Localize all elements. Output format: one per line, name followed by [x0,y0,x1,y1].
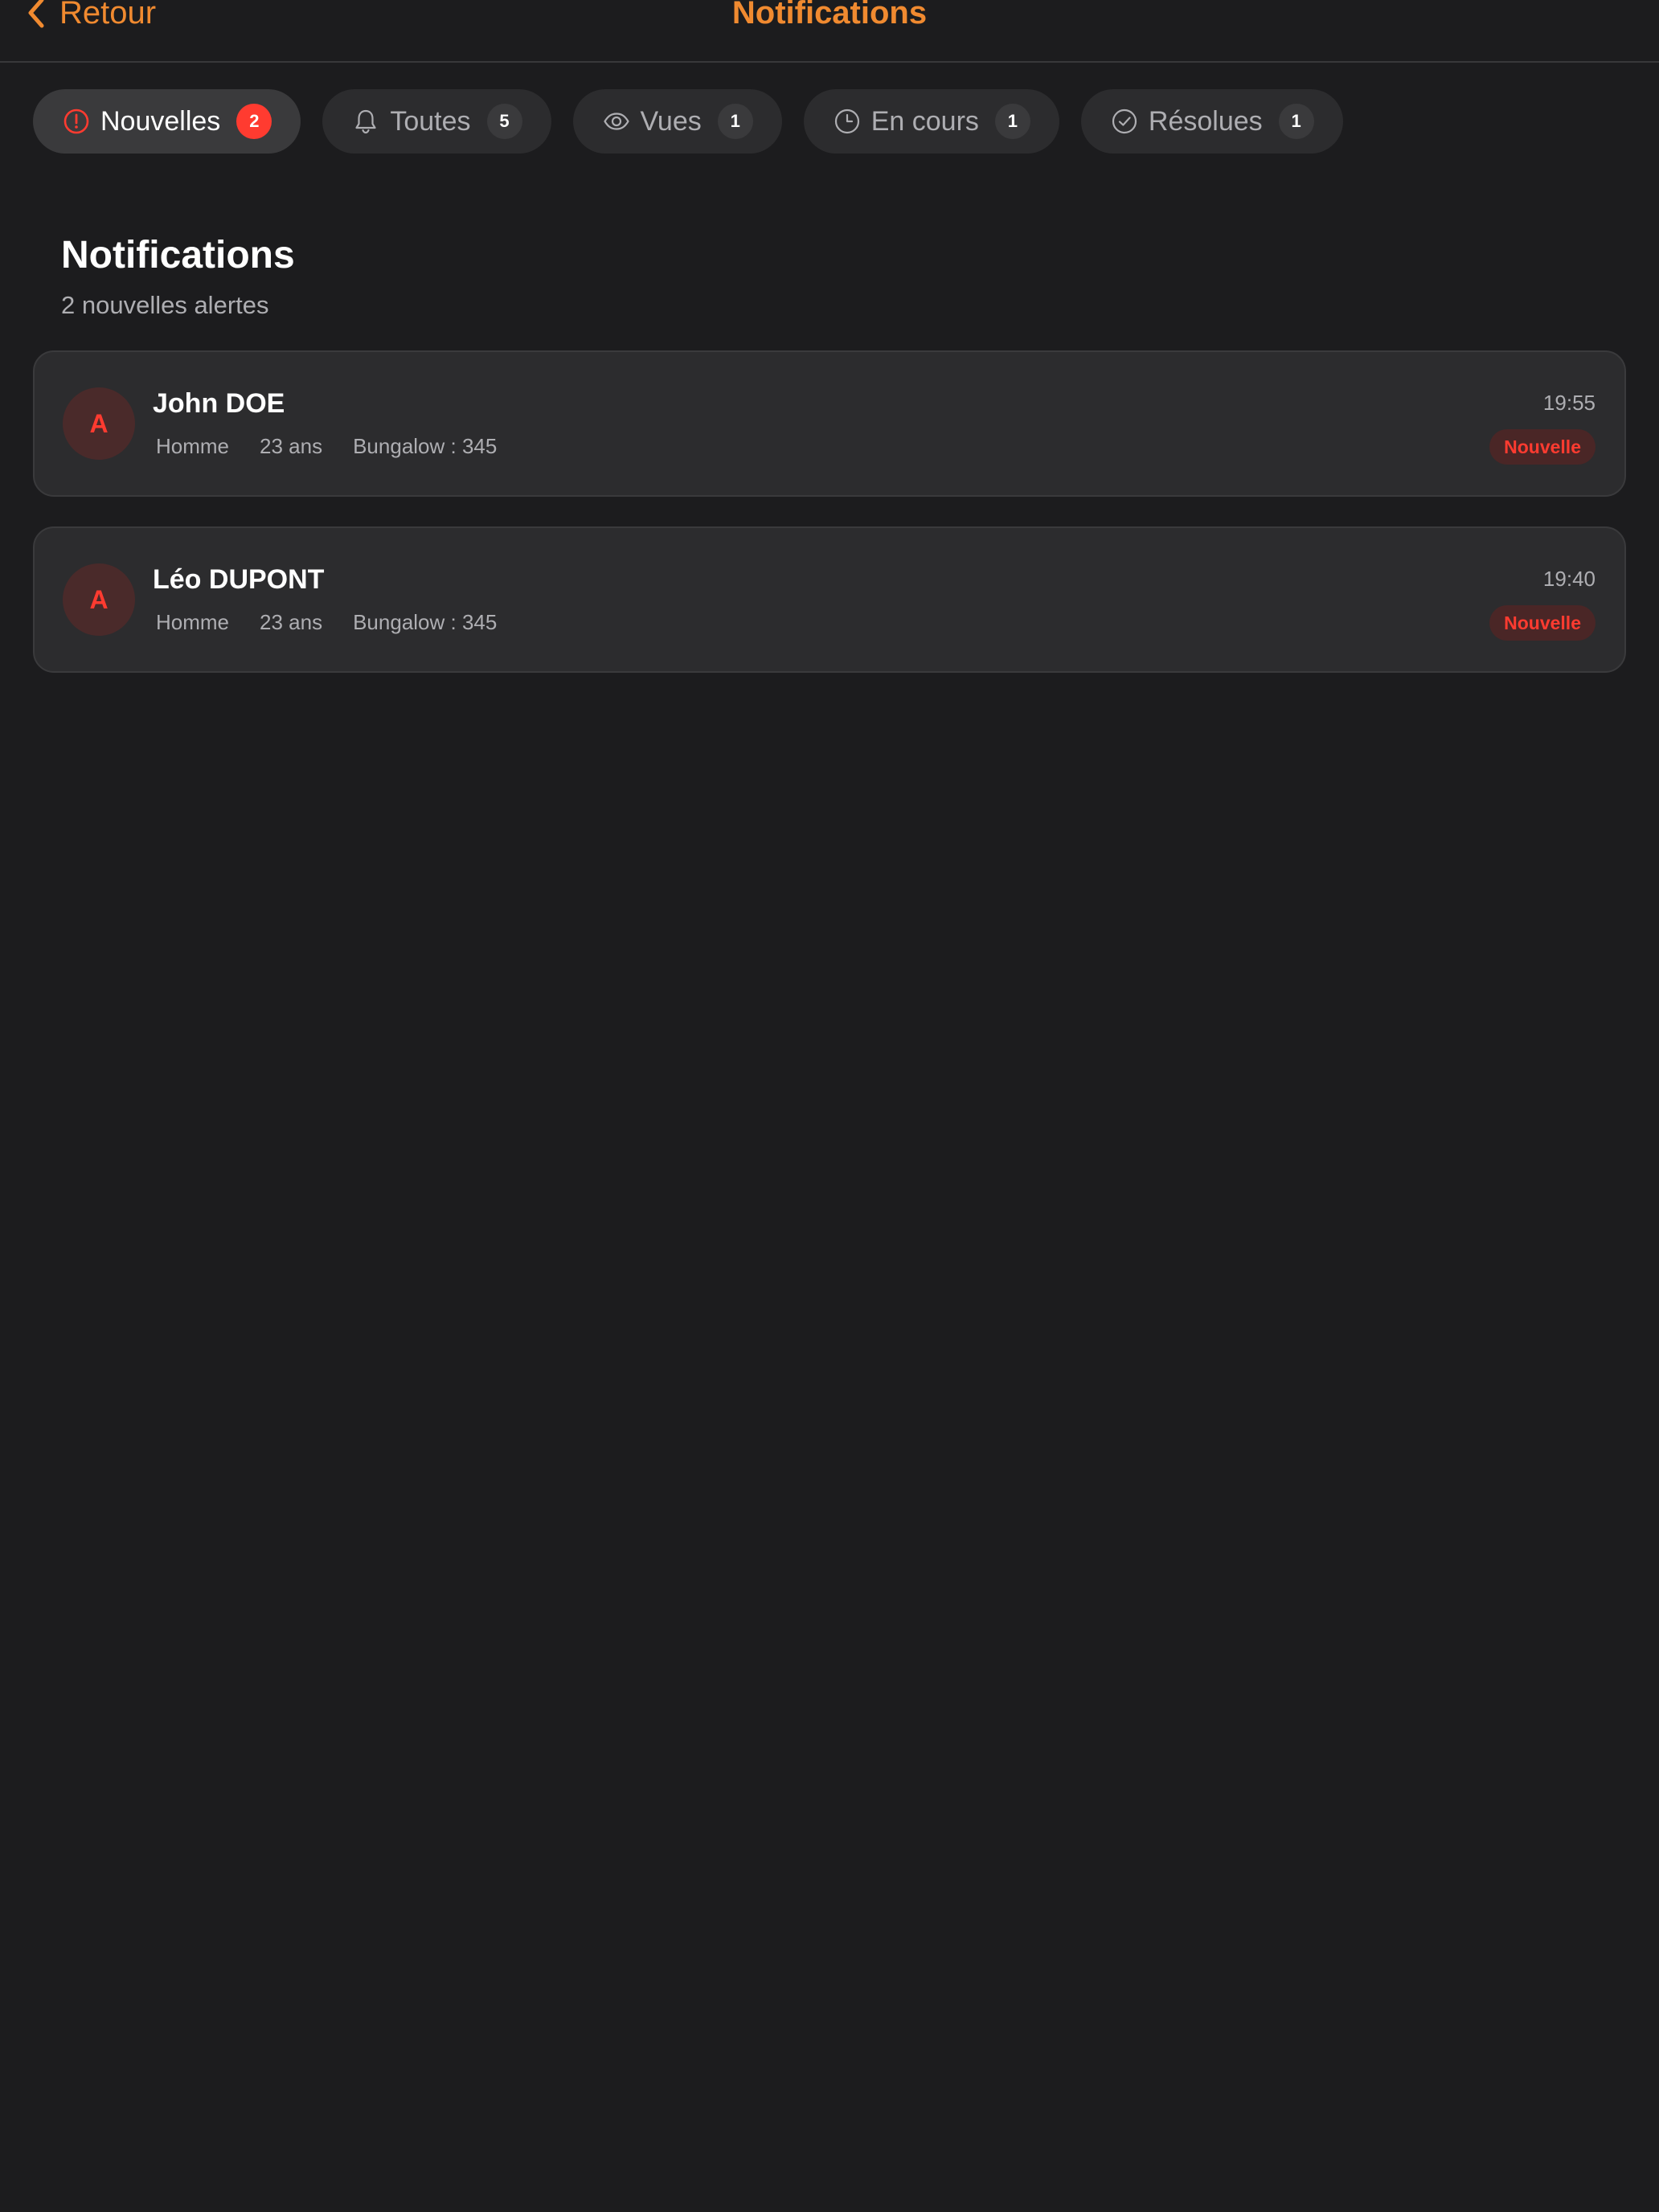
alert-card[interactable]: A John DOE Homme 23 ans Bungalow : 345 1… [33,350,1626,497]
alert-bungalow: Bungalow : 345 [353,610,498,634]
alert-gender: Homme [156,434,230,458]
check-circle-icon [1110,107,1139,136]
tab-en-cours[interactable]: En cours 1 [803,89,1059,154]
eye-icon [602,107,631,136]
tab-count-badge: 5 [486,104,522,139]
tab-label: Toutes [390,105,471,137]
alert-circle-icon [62,107,91,136]
tab-vues[interactable]: Vues 1 [572,89,782,154]
page-title: Notifications [731,0,928,31]
tab-label: Vues [640,105,702,137]
alert-card[interactable]: A Léo DUPONT Homme 23 ans Bungalow : 345… [33,526,1626,673]
tab-count-badge: 1 [994,104,1030,139]
alert-age: 23 ans [260,434,323,458]
avatar: A [63,387,135,460]
section-title: Notifications [61,234,295,276]
bell-icon [351,107,380,136]
tab-label: Résolues [1148,105,1263,137]
tab-toutes[interactable]: Toutes 5 [322,89,551,154]
alert-name: John DOE [153,388,285,419]
alert-gender: Homme [156,610,230,634]
alert-name: Léo DUPONT [153,564,325,595]
tab-label: Nouvelles [100,105,221,137]
alert-details: Homme 23 ans Bungalow : 345 [156,608,497,636]
alert-time: 19:55 [1542,391,1596,415]
section-subtitle: 2 nouvelles alertes [61,291,269,319]
status-badge: Nouvelle [1489,605,1596,641]
avatar: A [63,563,135,636]
filter-tabs: Nouvelles 2 Toutes 5 Vues 1 En cours 1 R… [33,89,1343,154]
alert-age: 23 ans [260,610,323,634]
alert-details: Homme 23 ans Bungalow : 345 [156,432,497,460]
tab-resolues[interactable]: Résolues 1 [1080,89,1343,154]
alert-bungalow: Bungalow : 345 [353,434,498,458]
alert-time: 19:40 [1542,567,1596,591]
status-badge: Nouvelle [1489,429,1596,465]
tab-count-badge: 1 [717,104,753,139]
tab-count-badge: 1 [1278,104,1314,139]
tab-label: En cours [870,105,979,137]
nav-bar: Retour Notifications [0,0,1659,63]
tab-count-badge: 2 [236,104,272,139]
clock-icon [833,107,862,136]
tab-nouvelles[interactable]: Nouvelles 2 [33,89,301,154]
